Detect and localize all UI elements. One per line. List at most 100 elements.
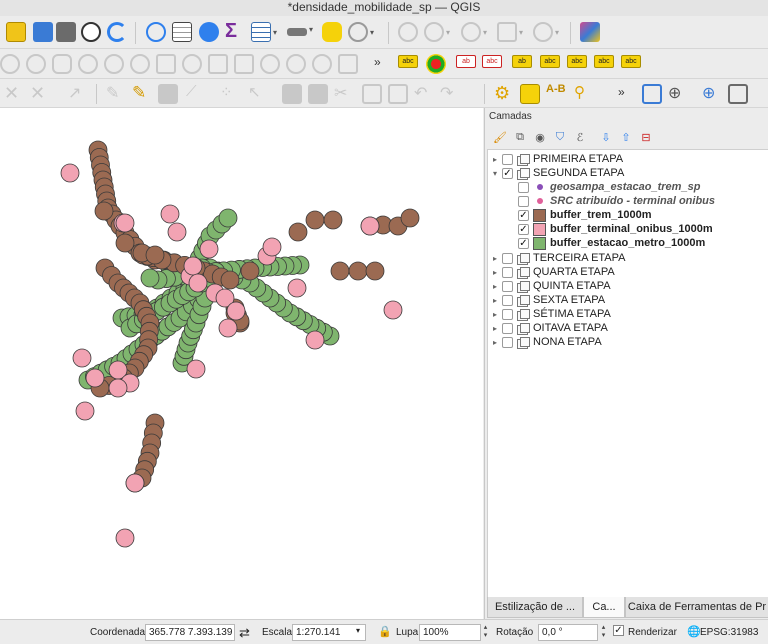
scale-dropdown-icon[interactable]: ▾ — [356, 626, 360, 635]
layer-group-setima[interactable]: ▸ SÉTIMA ETAPA — [490, 307, 611, 321]
expand-arrow-icon[interactable]: ▸ — [490, 324, 500, 333]
visibility-eye-icon[interactable]: ◉ — [531, 128, 549, 146]
tab-processing-toolbox[interactable]: Caixa de Ferramentas de Pr — [625, 597, 768, 618]
layer-checkbox[interactable]: ✓ — [518, 209, 529, 221]
add-part-icon[interactable] — [52, 54, 72, 74]
rotate-point-icon[interactable] — [312, 54, 332, 74]
label-abc-icon[interactable]: abc — [398, 55, 418, 68]
layer-group-primeira[interactable]: ▸ PRIMEIRA ETAPA — [490, 152, 623, 166]
layer-checkbox[interactable] — [502, 308, 513, 320]
layer-checkbox[interactable] — [502, 266, 513, 278]
cross-icon[interactable]: ✕ — [4, 83, 19, 104]
layer-group-sexta[interactable]: ▸ SEXTA ETAPA — [490, 293, 605, 307]
add-group-icon[interactable]: ⧉ — [511, 128, 529, 146]
offset-curve-icon[interactable] — [182, 54, 202, 74]
map-canvas[interactable] — [0, 108, 483, 619]
shape-icon[interactable]: ▾ — [461, 22, 487, 42]
plugin-icon[interactable] — [580, 22, 600, 42]
reshape-icon[interactable] — [156, 54, 176, 74]
layer-group-quarta[interactable]: ▸ QUARTA ETAPA — [490, 265, 615, 279]
layer-checkbox[interactable] — [502, 322, 513, 334]
tab-styling[interactable]: Estilização de ... — [487, 597, 583, 618]
merge-attributes-icon[interactable] — [286, 54, 306, 74]
filter-icon[interactable]: ⛉ — [551, 128, 569, 146]
node-tool-icon[interactable]: ↗ — [68, 83, 81, 103]
edit-icon[interactable] — [398, 22, 418, 42]
label-show-icon[interactable]: abc — [540, 55, 560, 68]
delete-selected-icon[interactable] — [308, 84, 328, 104]
grid-tool-icon[interactable] — [728, 84, 748, 104]
globe-icon[interactable]: 🌐 — [687, 625, 701, 638]
remove-layer-icon[interactable]: ⊟ — [637, 128, 655, 146]
layer-geosampa-trem[interactable]: geosampa_estacao_trem_sp — [516, 180, 700, 194]
coordinate-field[interactable]: 365.778 7.393.139 — [145, 624, 235, 641]
attribute-table-icon[interactable] — [172, 22, 192, 42]
crs-label[interactable]: EPSG:31983 — [700, 627, 758, 638]
paste-icon[interactable] — [388, 84, 408, 104]
node-icon[interactable]: ▾ — [533, 22, 559, 42]
diagram-icon[interactable]: ⚙ — [494, 83, 510, 104]
layer-group-oitava[interactable]: ▸ OITAVA ETAPA — [490, 321, 608, 335]
pencil-icon[interactable]: ✎ — [132, 83, 146, 103]
attribute-form-icon[interactable] — [520, 84, 540, 104]
expand-arrow-icon[interactable]: ▸ — [490, 254, 500, 263]
split-parts-icon[interactable] — [234, 54, 254, 74]
layer-checkbox[interactable] — [502, 294, 513, 306]
undo-icon[interactable]: ↶ — [414, 83, 427, 103]
expand-all-icon[interactable]: ⇩ — [597, 128, 615, 146]
label-pencil-icon[interactable]: abc — [621, 55, 641, 68]
collapse-all-icon[interactable]: ⇧ — [617, 128, 635, 146]
layer-group-quinta[interactable]: ▸ QUINTA ETAPA — [490, 279, 611, 293]
layer-checkbox[interactable] — [502, 153, 513, 165]
layer-terminal-onibus[interactable]: SRC atribuído - terminal onibus — [516, 194, 715, 208]
expand-arrow-icon[interactable]: ▸ — [490, 310, 500, 319]
pen-icon[interactable]: ✎ — [106, 83, 119, 103]
expression-icon[interactable]: ℰ — [571, 128, 589, 146]
magnifier-stepper-icon[interactable]: ▴ ▾ — [481, 624, 490, 641]
lock-icon[interactable]: 🔒 — [378, 625, 392, 638]
map-layers[interactable] — [0, 108, 483, 619]
magnifier-field[interactable]: 100% — [419, 624, 481, 641]
vertex-icon[interactable]: ▾ — [497, 22, 523, 42]
merge-features-icon[interactable] — [260, 54, 280, 74]
layer-buffer-trem[interactable]: ✓ buffer_trem_1000m — [516, 208, 652, 222]
toolbar-overflow-icon-2[interactable]: » — [618, 85, 625, 99]
save-edits-icon[interactable] — [158, 84, 178, 104]
copy-icon[interactable] — [362, 84, 382, 104]
expand-arrow-icon[interactable]: ▸ — [490, 268, 500, 277]
layer-checkbox[interactable] — [518, 181, 529, 193]
expand-arrow-icon[interactable]: ▸ — [490, 338, 500, 347]
clock-icon[interactable] — [81, 22, 101, 42]
tooltip-icon[interactable] — [322, 22, 342, 42]
layer-checkbox[interactable]: ✓ — [518, 237, 529, 249]
toolbar-overflow-icon[interactable]: » — [374, 55, 381, 69]
redo-icon[interactable]: ↷ — [440, 83, 453, 103]
layer-group-segunda[interactable]: ▾ ✓ SEGUNDA ETAPA — [490, 166, 624, 180]
render-checkbox[interactable]: ✓ — [613, 625, 624, 636]
layer-group-terceira[interactable]: ▸ TERCEIRA ETAPA — [490, 251, 626, 265]
delete-ring-icon[interactable] — [104, 54, 124, 74]
digitize-icon[interactable]: ▾ — [424, 22, 450, 42]
zoom-icon[interactable]: ⊕ — [702, 83, 715, 103]
label-move-icon[interactable]: ab — [512, 55, 532, 68]
digitize-shape-icon[interactable] — [0, 54, 20, 74]
add-line-icon[interactable]: ⟋ — [186, 83, 197, 100]
tab-layers[interactable]: Ca... — [583, 597, 625, 618]
table-icon[interactable]: ▾ — [251, 22, 277, 42]
modify-attributes-icon[interactable] — [282, 84, 302, 104]
layer-buffer-terminal[interactable]: ✓ buffer_terminal_onibus_1000m — [516, 222, 713, 236]
add-point-icon[interactable]: ⁘ — [220, 83, 233, 101]
rotation-stepper-icon[interactable]: ▴ ▾ — [599, 624, 608, 641]
expand-arrow-icon[interactable]: ▸ — [490, 296, 500, 305]
nodes-icon[interactable]: ⚲ — [574, 83, 585, 101]
collapse-arrow-icon[interactable]: ▾ — [490, 169, 500, 178]
layer-checkbox[interactable]: ✓ — [502, 167, 513, 179]
label-change-icon[interactable]: abc — [594, 55, 614, 68]
new-project-icon[interactable] — [6, 22, 26, 42]
open-project-icon[interactable] — [33, 22, 53, 42]
layer-checkbox[interactable] — [502, 252, 513, 264]
coordinate-toggle-icon[interactable]: ⇄ — [239, 625, 250, 641]
label-map-icon[interactable] — [426, 54, 446, 74]
identify-icon[interactable] — [146, 22, 166, 42]
layer-checkbox[interactable] — [502, 336, 513, 348]
